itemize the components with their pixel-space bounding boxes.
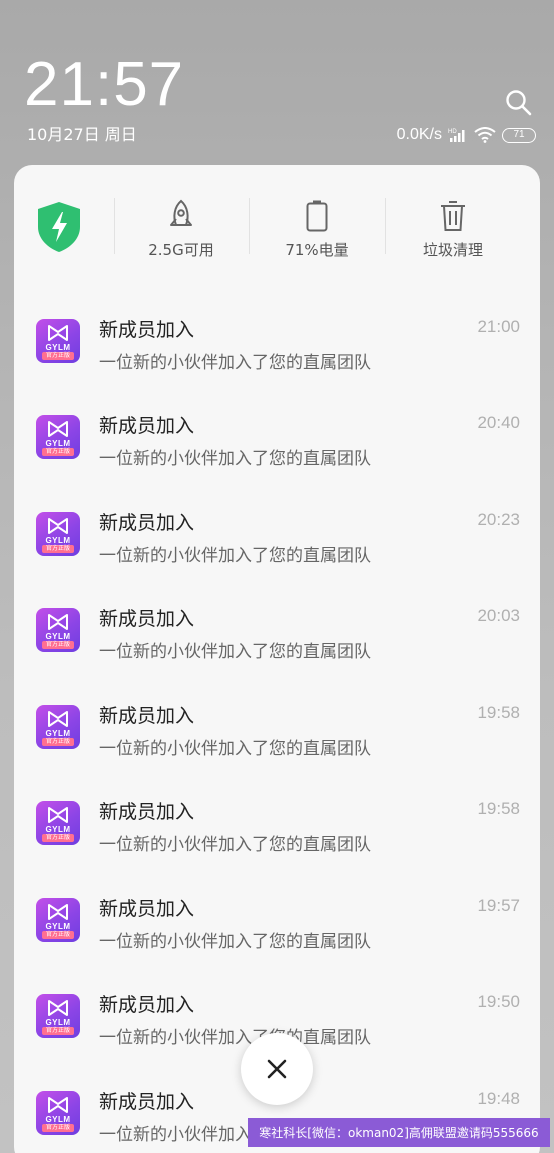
notification-title: 新成员加入	[99, 801, 195, 823]
app-icon-tag: 官方正版	[42, 352, 74, 360]
notification-time: 20:40	[477, 413, 520, 432]
notification-title: 新成员加入	[99, 898, 195, 920]
notification-time: 21:00	[477, 317, 520, 336]
net-speed: 0.0K/s	[396, 126, 442, 143]
watermark-banner: 寒社科长[微信：okman02]高佣联盟邀请码555666	[248, 1118, 550, 1147]
notification-title: 新成员加入	[99, 1091, 195, 1113]
app-icon-tag: 官方正版	[42, 641, 74, 649]
shield-icon	[38, 202, 80, 252]
date-label: 10月27日 周日	[27, 125, 137, 144]
app-icon-tag: 官方正版	[42, 1027, 74, 1035]
status-bar: 0.0K/s HD 71	[397, 124, 536, 146]
battery-icon	[306, 200, 328, 232]
notification-item[interactable]: GYLM 官方正版 新成员加入 一位新的小伙伴加入了您的直属团队 19:58	[14, 787, 540, 883]
notification-body: 一位新的小伙伴加入了您的直属团队	[99, 642, 371, 662]
notification-title: 新成员加入	[99, 705, 195, 727]
notification-body: 一位新的小伙伴加入了您的直属团队	[99, 835, 371, 855]
bow-icon	[48, 711, 68, 727]
app-icon: GYLM 官方正版	[36, 319, 80, 363]
notification-item[interactable]: GYLM 官方正版 新成员加入 一位新的小伙伴加入了您的直属团队 19:58	[14, 691, 540, 787]
notification-body: 一位新的小伙伴加入了您的直属团队	[99, 1028, 371, 1048]
search-icon	[506, 90, 532, 116]
memory-label: 2.5G可用	[148, 241, 214, 259]
notification-item[interactable]: GYLM 官方正版 新成员加入 一位新的小伙伴加入了您的直属团队 19:57	[14, 884, 540, 980]
app-icon-brand: GYLM	[45, 1115, 71, 1124]
notification-time: 19:48	[477, 1089, 520, 1108]
app-icon-tag: 官方正版	[42, 448, 74, 456]
close-icon	[267, 1059, 287, 1079]
notification-time: 19:58	[477, 703, 520, 722]
app-icon: GYLM 官方正版	[36, 415, 80, 459]
notification-time: 20:03	[477, 606, 520, 625]
divider	[249, 198, 250, 254]
app-icon-tag: 官方正版	[42, 738, 74, 746]
notification-body: 一位新的小伙伴加入了您的直属团队	[99, 449, 371, 469]
notification-title: 新成员加入	[99, 512, 195, 534]
battery-button[interactable]: 71%电量	[257, 199, 377, 260]
divider	[114, 198, 115, 254]
app-icon: GYLM 官方正版	[36, 994, 80, 1038]
cellular-signal-icon: HD	[448, 127, 468, 143]
app-icon-brand: GYLM	[45, 825, 71, 834]
app-icon-brand: GYLM	[45, 536, 71, 545]
bow-icon	[48, 614, 68, 630]
app-icon-brand: GYLM	[45, 439, 71, 448]
bow-icon	[48, 1097, 68, 1113]
security-shield-button[interactable]	[36, 201, 82, 253]
app-icon-tag: 官方正版	[42, 834, 74, 842]
app-icon: GYLM 官方正版	[36, 898, 80, 942]
notification-body: 一位新的小伙伴加入了您的直属团队	[99, 739, 371, 759]
quick-actions: 2.5G可用 71%电量 垃圾清理	[14, 165, 540, 285]
notification-title: 新成员加入	[99, 994, 195, 1016]
notification-item[interactable]: GYLM 官方正版 新成员加入 一位新的小伙伴加入了您的直属团队 20:03	[14, 594, 540, 690]
bow-icon	[48, 518, 68, 534]
memory-boost-button[interactable]: 2.5G可用	[121, 199, 241, 260]
notification-title: 新成员加入	[99, 415, 195, 437]
app-icon: GYLM 官方正版	[36, 801, 80, 845]
notification-item[interactable]: GYLM 官方正版 新成员加入 一位新的小伙伴加入了您的直属团队 21:00	[14, 305, 540, 401]
app-icon-brand: GYLM	[45, 922, 71, 931]
notification-title: 新成员加入	[99, 608, 195, 630]
cleanup-label: 垃圾清理	[422, 241, 483, 259]
app-icon-brand: GYLM	[45, 729, 71, 738]
app-icon-tag: 官方正版	[42, 931, 74, 939]
bow-icon	[48, 904, 68, 920]
app-icon: GYLM 官方正版	[36, 512, 80, 556]
app-icon: GYLM 官方正版	[36, 608, 80, 652]
notification-body: 一位新的小伙伴加入了您的直属团队	[99, 932, 371, 952]
bow-icon	[48, 1000, 68, 1016]
bow-icon	[48, 807, 68, 823]
battery-indicator: 71	[502, 127, 536, 143]
app-icon-brand: GYLM	[45, 343, 71, 352]
app-icon: GYLM 官方正版	[36, 705, 80, 749]
trash-icon	[441, 201, 465, 231]
app-icon-tag: 官方正版	[42, 1124, 74, 1132]
wifi-icon	[474, 127, 496, 143]
notification-title: 新成员加入	[99, 319, 195, 341]
notification-body: 一位新的小伙伴加入了您的直属团队	[99, 546, 371, 566]
bow-icon	[48, 421, 68, 437]
app-icon-brand: GYLM	[45, 632, 71, 641]
notification-panel: 2.5G可用 71%电量 垃圾清理 GYLM 官方正版 新成员加入 一位新的小伙…	[14, 165, 540, 1153]
hd-label: HD	[448, 129, 457, 135]
divider	[385, 198, 386, 254]
notification-body: 一位新的小伙伴加入了您的直属团队	[99, 353, 371, 373]
notification-time: 20:23	[477, 510, 520, 529]
rocket-icon	[170, 199, 192, 226]
clock: 21:57	[24, 50, 185, 119]
notification-time: 19:57	[477, 896, 520, 915]
battery-label: 71%电量	[285, 241, 349, 259]
notification-item[interactable]: GYLM 官方正版 新成员加入 一位新的小伙伴加入了您的直属团队 20:23	[14, 498, 540, 594]
app-icon-brand: GYLM	[45, 1018, 71, 1027]
notification-time: 19:58	[477, 799, 520, 818]
cleanup-button[interactable]: 垃圾清理	[393, 199, 513, 260]
notification-item[interactable]: GYLM 官方正版 新成员加入 一位新的小伙伴加入了您的直属团队 20:40	[14, 401, 540, 497]
app-icon-tag: 官方正版	[42, 545, 74, 553]
bow-icon	[48, 325, 68, 341]
clear-all-button[interactable]	[241, 1033, 313, 1105]
app-icon: GYLM 官方正版	[36, 1091, 80, 1135]
notification-time: 19:50	[477, 992, 520, 1011]
search-button[interactable]	[504, 88, 534, 118]
